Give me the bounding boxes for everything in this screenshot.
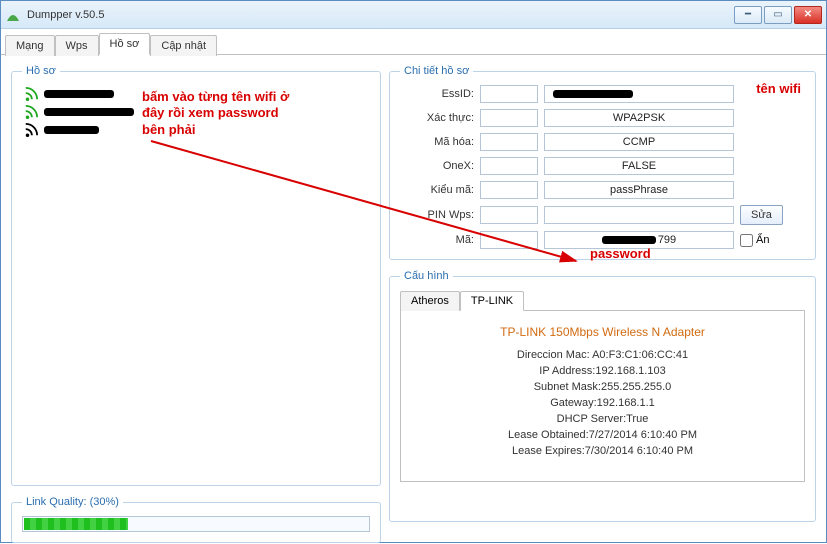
window-title: Dumpper v.50.5 xyxy=(27,9,104,21)
cfg-lease-obt: Lease Obtained:7/27/2014 6:10:40 PM xyxy=(409,429,796,441)
keytype-value[interactable]: passPhrase xyxy=(544,181,734,199)
config-group: Cấu hình Atheros TP-LINK TP-LINK 150Mbps… xyxy=(389,270,816,522)
essid-value[interactable] xyxy=(544,85,734,103)
config-tabstrip: Atheros TP-LINK xyxy=(400,290,805,310)
close-button[interactable]: ✕ xyxy=(794,6,822,24)
profile-name xyxy=(44,126,99,134)
tab-tplink[interactable]: TP-LINK xyxy=(460,291,524,311)
tab-wps[interactable]: Wps xyxy=(55,35,99,56)
enc-short-field[interactable] xyxy=(480,133,538,151)
config-legend: Cấu hình xyxy=(400,270,453,282)
tab-mang[interactable]: Mạng xyxy=(5,35,55,56)
left-column: Hồ sơ bấm vào từng tên wifi ở đây rồi xyxy=(11,65,381,532)
annotation-password: password xyxy=(590,246,651,262)
tab-hoso[interactable]: Hồ sơ xyxy=(99,33,151,55)
hide-checkbox[interactable]: Ẩn xyxy=(740,234,769,247)
minimize-button[interactable]: ━ xyxy=(734,6,762,24)
maximize-button[interactable]: ▭ xyxy=(764,6,792,24)
titlebar: Dumpper v.50.5 ━ ▭ ✕ xyxy=(1,1,826,29)
details-grid: EssID: Xác thực: WPA2PSK Mã hóa: CCMP On… xyxy=(400,85,805,249)
hide-checkbox-input[interactable] xyxy=(740,234,753,247)
config-panel: TP-LINK 150Mbps Wireless N Adapter Direc… xyxy=(400,310,805,482)
essid-short-field[interactable] xyxy=(480,85,538,103)
enc-value[interactable]: CCMP xyxy=(544,133,734,151)
wifi-icon xyxy=(24,105,38,119)
content-area: Hồ sơ bấm vào từng tên wifi ở đây rồi xyxy=(1,55,826,542)
cfg-subnet: Subnet Mask:255.255.255.0 xyxy=(409,381,796,393)
enc-label: Mã hóa: xyxy=(400,136,474,148)
tab-capnhat[interactable]: Cập nhật xyxy=(150,35,217,56)
annotation-instruction: bấm vào từng tên wifi ở đây rồi xem pass… xyxy=(142,89,289,138)
link-quality-group: Link Quality: (30%) xyxy=(11,496,381,543)
details-group: Chi tiết hồ sơ tên wifi EssID: Xác thực:… xyxy=(389,65,816,260)
link-quality-legend: Link Quality: (30%) xyxy=(22,496,123,508)
profile-name xyxy=(44,108,134,116)
right-column: Chi tiết hồ sơ tên wifi EssID: Xác thực:… xyxy=(389,65,816,532)
wifi-icon xyxy=(24,87,38,101)
pin-label: PIN Wps: xyxy=(400,209,474,221)
keytype-label: Kiểu mã: xyxy=(400,184,474,196)
onex-short-field[interactable] xyxy=(480,157,538,175)
profile-list[interactable]: bấm vào từng tên wifi ở đây rồi xem pass… xyxy=(22,85,370,475)
cfg-ip: IP Address:192.168.1.103 xyxy=(409,365,796,377)
cfg-dhcp: DHCP Server:True xyxy=(409,413,796,425)
cfg-lease-exp: Lease Expires:7/30/2014 6:10:40 PM xyxy=(409,445,796,457)
onex-label: OneX: xyxy=(400,160,474,172)
main-tabstrip: Mạng Wps Hồ sơ Cập nhật xyxy=(1,29,826,55)
keytype-short-field[interactable] xyxy=(480,181,538,199)
annotation-wifi-name: tên wifi xyxy=(756,81,801,97)
profiles-group: Hồ sơ bấm vào từng tên wifi ở đây rồi xyxy=(11,65,381,486)
tab-atheros[interactable]: Atheros xyxy=(400,291,460,311)
wifi-icon xyxy=(24,123,38,137)
pin-short-field[interactable] xyxy=(480,206,538,224)
adapter-title: TP-LINK 150Mbps Wireless N Adapter xyxy=(409,325,796,339)
essid-label: EssID: xyxy=(400,88,474,100)
window-controls: ━ ▭ ✕ xyxy=(734,6,822,24)
details-legend: Chi tiết hồ sơ xyxy=(400,65,473,77)
auth-short-field[interactable] xyxy=(480,109,538,127)
cfg-gateway: Gateway:192.168.1.1 xyxy=(409,397,796,409)
profile-name xyxy=(44,90,114,98)
cfg-mac: Direccion Mac: A0:F3:C1:06:CC:41 xyxy=(409,349,796,361)
app-window: Dumpper v.50.5 ━ ▭ ✕ Mạng Wps Hồ sơ Cập … xyxy=(0,0,827,543)
auth-value[interactable]: WPA2PSK xyxy=(544,109,734,127)
key-short-field[interactable] xyxy=(480,231,538,249)
app-icon xyxy=(5,7,21,23)
fix-button[interactable]: Sửa xyxy=(740,205,783,225)
link-quality-fill xyxy=(24,518,128,530)
auth-label: Xác thực: xyxy=(400,112,474,124)
link-quality-bar xyxy=(22,516,370,532)
pin-value[interactable] xyxy=(544,206,734,224)
onex-value[interactable]: FALSE xyxy=(544,157,734,175)
key-label: Mã: xyxy=(400,234,474,246)
profiles-legend: Hồ sơ xyxy=(22,65,60,77)
